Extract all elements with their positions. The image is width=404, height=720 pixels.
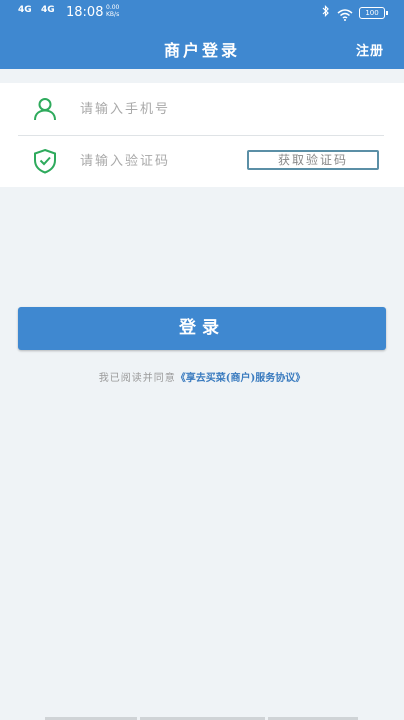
phone-input[interactable] [80, 99, 300, 119]
network-speed: 0.00 KB/s [106, 4, 119, 18]
wifi-icon [337, 6, 353, 25]
code-row: 获取验证码 [18, 135, 384, 187]
clock: 18:08 [66, 5, 104, 20]
signal-indicator-2: 4G [41, 5, 55, 15]
navigation-bar [0, 715, 404, 720]
status-bar: 4G 4G 18:08 0.00 KB/s 100 [0, 0, 404, 26]
agreement-notice: 我已阅读并同意《享去买菜(商户)服务协议》 [0, 369, 404, 384]
bluetooth-icon [322, 5, 330, 20]
login-form: 获取验证码 [0, 83, 404, 187]
signal-indicator-1: 4G [18, 5, 32, 15]
title-bar: 商户登录 注册 [0, 26, 404, 69]
agreement-prefix: 我已阅读并同意 [98, 373, 176, 384]
agreement-link[interactable]: 《享去买菜(商户)服务协议》 [176, 373, 305, 384]
user-icon [32, 96, 58, 122]
network-speed-unit: KB/s [106, 11, 120, 18]
battery-icon: 100 [359, 7, 388, 19]
page-title: 商户登录 [163, 41, 240, 60]
shield-check-icon [32, 148, 58, 174]
get-code-button[interactable]: 获取验证码 [247, 150, 379, 170]
network-speed-value: 0.00 [106, 4, 120, 11]
register-button[interactable]: 注册 [356, 40, 384, 59]
code-input[interactable] [80, 151, 230, 171]
login-button[interactable]: 登录 [18, 307, 386, 350]
phone-row [18, 83, 384, 136]
